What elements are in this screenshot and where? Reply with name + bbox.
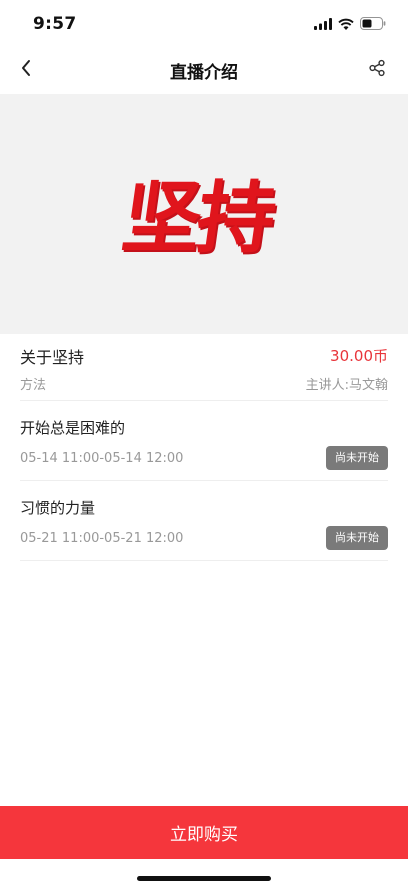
cover-title: 坚持: [116, 173, 278, 264]
course-lecturer: 主讲人:马文翰: [305, 378, 388, 393]
status-icons: [314, 15, 386, 34]
status-bar: 9:57: [0, 0, 408, 46]
status-time: 9:57: [33, 14, 77, 34]
share-button[interactable]: [364, 57, 390, 83]
course-title: 关于坚持: [20, 348, 85, 367]
page-title: 直播介绍: [170, 63, 238, 83]
session-time: 05-14 11:00-05-14 12:00: [20, 451, 184, 466]
cover-image: 坚持: [0, 94, 408, 334]
nav-bar: 直播介绍: [0, 46, 408, 94]
buy-now-button[interactable]: 立即购买: [0, 806, 408, 859]
home-indicator: [137, 876, 271, 881]
course-price: 30.00币: [330, 347, 388, 365]
session-time: 05-21 11:00-05-21 12:00: [20, 531, 184, 546]
session-item[interactable]: 习惯的力量 05-21 11:00-05-21 12:00 尚未开始: [20, 481, 388, 561]
status-badge: 尚未开始: [326, 526, 388, 550]
course-info: 关于坚持 30.00币 方法 主讲人:马文翰: [20, 334, 388, 401]
signal-icon: [314, 15, 332, 34]
session-title: 开始总是困难的: [20, 419, 126, 437]
battery-icon: [360, 15, 386, 34]
course-category: 方法: [20, 378, 47, 393]
session-item[interactable]: 开始总是困难的 05-14 11:00-05-14 12:00 尚未开始: [20, 401, 388, 481]
status-badge: 尚未开始: [326, 446, 388, 470]
wifi-icon: [338, 15, 354, 34]
share-icon: [368, 59, 386, 81]
session-title: 习惯的力量: [20, 499, 96, 517]
